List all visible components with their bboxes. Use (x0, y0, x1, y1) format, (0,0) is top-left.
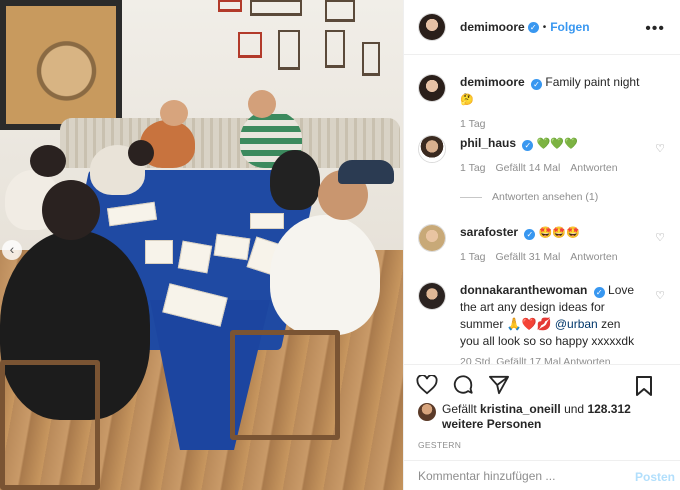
reply-button[interactable]: Antworten (570, 251, 617, 263)
comment-likes[interactable]: Gefällt 14 Mal (496, 162, 561, 174)
caption-emoji: 🤔 (460, 94, 474, 106)
likes-prefix: Gefällt (442, 402, 477, 416)
comment-text: 💚💚💚 (536, 138, 578, 150)
photo-paper (177, 240, 213, 274)
comment-input[interactable] (418, 468, 618, 483)
caption-text: Family paint night (545, 75, 640, 89)
comments-list[interactable]: demimoore ✓ Family paint night 🤔 1 Tag p… (404, 56, 680, 364)
reply-button[interactable]: Antworten (570, 162, 617, 174)
verified-badge-icon: ✓ (524, 229, 536, 240)
comment-like-heart-icon[interactable]: ♡ (655, 231, 665, 244)
post-comment-button[interactable]: Posten (635, 470, 675, 484)
photo-wall-chair (238, 32, 262, 58)
follow-button[interactable]: Folgen (550, 20, 589, 34)
photo-wall-painting (0, 0, 122, 130)
verified-badge-icon: ✓ (531, 79, 543, 90)
caption: demimoore ✓ Family paint night 🤔 1 Tag (418, 74, 668, 130)
comment-avatar[interactable] (418, 224, 446, 252)
comment-item: donnakaranthewoman ✓ Love the art any de… (418, 282, 668, 364)
comment-like-heart-icon[interactable]: ♡ (655, 142, 665, 155)
heart-icon[interactable] (416, 374, 438, 395)
photo-person-head (160, 100, 188, 126)
caption-username[interactable]: demimoore (460, 75, 525, 89)
photo-person-head (128, 140, 154, 166)
photo-wall-chair (218, 0, 242, 12)
verified-badge-icon: ✓ (522, 140, 534, 151)
post-header: demimoore ✓ • Folgen ••• (404, 0, 680, 55)
comment-username[interactable]: phil_haus (460, 136, 516, 150)
photo-wall-chair (325, 30, 345, 68)
comment-like-heart-icon[interactable]: ♡ (655, 289, 665, 302)
likes-summary: Gefällt kristina_oneill und 128.312 weit… (418, 402, 668, 432)
comment-username[interactable]: donnakaranthewoman (460, 283, 587, 297)
replies-line (460, 196, 482, 198)
comment-mention-link[interactable]: @urban (555, 317, 598, 331)
comment-item: sarafoster ✓ 🤩🤩🤩 1 Tag Gefällt 31 Mal An… (418, 224, 668, 263)
comment-avatar[interactable] (418, 135, 446, 163)
photo-wall-chair (362, 42, 380, 76)
bookmark-icon[interactable] (635, 375, 653, 397)
liker-avatar[interactable] (418, 403, 436, 421)
caption-avatar[interactable] (418, 74, 446, 102)
post-side-panel: demimoore ✓ • Folgen ••• demimoore ✓ Fam… (403, 0, 680, 490)
comment-time[interactable]: 1 Tag (460, 162, 486, 174)
verified-badge-icon: ✓ (527, 21, 539, 33)
photo-person-head (42, 180, 100, 240)
comment-time[interactable]: 1 Tag (460, 251, 486, 263)
photo-person (270, 215, 380, 335)
author-avatar[interactable] (418, 13, 446, 41)
liker-username[interactable]: kristina_oneill (480, 402, 561, 416)
photo-paper (213, 233, 251, 261)
author-username[interactable]: demimoore (460, 20, 525, 34)
comment-text: 🤩🤩🤩 (538, 227, 580, 239)
likes-middle: und (564, 402, 585, 416)
separator-dot: • (542, 21, 547, 33)
more-dots-icon[interactable]: ••• (645, 20, 665, 38)
share-icon[interactable] (488, 375, 510, 395)
comment-username[interactable]: sarafoster (460, 225, 518, 239)
post-actions-bar (404, 364, 680, 404)
photo-chair (0, 360, 100, 490)
photo-chair (230, 330, 340, 440)
comment-likes[interactable]: Gefällt 31 Mal (496, 251, 561, 263)
view-replies-label[interactable]: Antworten ansehen (1) (492, 191, 598, 203)
photo-person-head (30, 145, 66, 177)
comment-meta-clipped[interactable]: 20 Std. Gefällt 17 Mal Antworten (460, 356, 611, 364)
photo-person-head (248, 90, 276, 118)
photo-wall-chair (250, 0, 302, 16)
previous-photo-button[interactable]: ‹ (2, 240, 22, 260)
post-date[interactable]: GESTERN (418, 440, 461, 450)
photo-person-cap (338, 160, 394, 184)
photo-wall-chair (278, 30, 300, 70)
post-photo[interactable]: ‹ (0, 0, 403, 490)
caption-time[interactable]: 1 Tag (460, 118, 486, 130)
photo-paper (145, 240, 173, 264)
photo-person (270, 150, 320, 210)
comment-icon[interactable] (452, 374, 474, 396)
verified-badge-icon: ✓ (593, 287, 605, 298)
photo-wall-chair (325, 0, 355, 22)
comment-item: phil_haus ✓ 💚💚💚 1 Tag Gefällt 14 Mal Ant… (418, 135, 668, 174)
comment-avatar[interactable] (418, 282, 446, 310)
photo-paper (250, 213, 284, 229)
view-replies-button[interactable]: Antworten ansehen (1) (460, 191, 598, 203)
instagram-post: ‹ demimoore ✓ • Folgen ••• demimoore ✓ F… (0, 0, 680, 490)
add-comment-bar: Posten (404, 460, 680, 490)
